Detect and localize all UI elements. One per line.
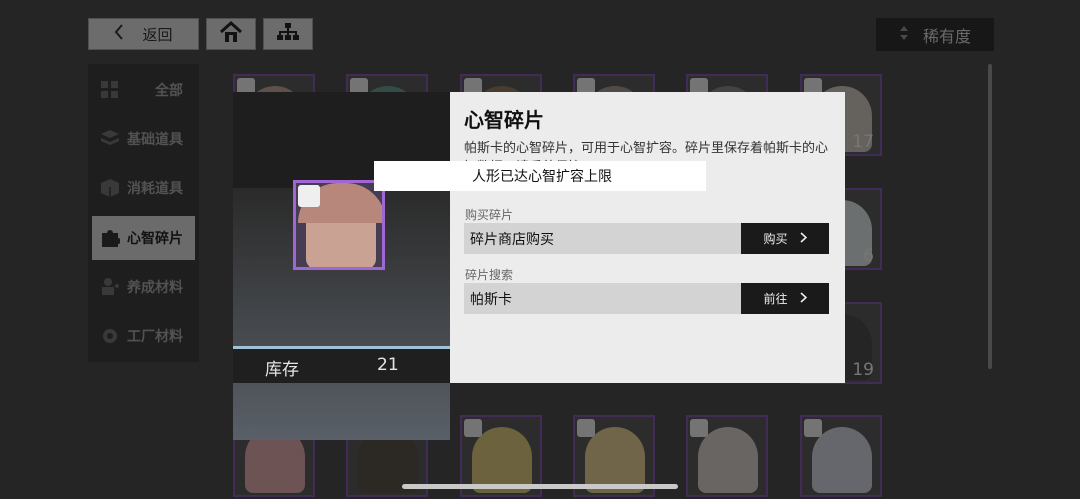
character-portrait	[812, 427, 872, 493]
sidebar-item-label: 基础道具	[127, 132, 183, 148]
search-section-label: 碎片搜索	[465, 268, 514, 282]
sort-arrows-icon	[899, 25, 909, 45]
toast-message: 人形已达心智扩容上限	[374, 161, 706, 191]
puzzle-icon	[298, 185, 320, 207]
home-icon	[219, 20, 243, 47]
hierarchy-icon	[276, 22, 300, 46]
hierarchy-button[interactable]	[263, 18, 313, 50]
buy-button-label: 购买	[763, 232, 788, 246]
search-row-text: 帕斯卡	[470, 291, 512, 308]
cog-icon	[100, 326, 120, 346]
chevron-right-icon	[799, 231, 807, 246]
puzzle-icon	[577, 419, 595, 437]
sidebar-item-all[interactable]: 全部	[92, 68, 195, 112]
sidebar-item-fragment[interactable]: 心智碎片	[92, 216, 195, 260]
sidebar-item-label: 消耗道具	[127, 181, 183, 197]
fragment-large-card	[293, 180, 385, 270]
fragment-count: 19	[852, 360, 874, 380]
sidebar-item-label: 工厂材料	[127, 329, 183, 345]
category-sidebar: 全部 基础道具 消耗道具 心智碎片 养成材料 工厂材料	[88, 64, 199, 362]
sidebar-item-label: 全部	[155, 83, 183, 99]
puzzle-icon	[100, 228, 121, 248]
stock-value: 21	[377, 355, 399, 375]
chevron-left-icon	[114, 24, 124, 44]
puzzle-icon	[804, 419, 822, 437]
toast-text: 人形已达心智扩容上限	[472, 169, 612, 185]
fragment-count: 6	[863, 246, 874, 266]
back-button[interactable]: 返回	[88, 18, 199, 50]
buy-section-label: 购买碎片	[465, 208, 514, 222]
sidebar-item-material[interactable]: 养成材料	[92, 265, 195, 309]
puzzle-icon	[690, 419, 708, 437]
home-button[interactable]	[206, 18, 256, 50]
fragment-detail-panel: 心智碎片 帕斯卡的心智碎片，可用于心智扩容。碎片里保存着帕斯卡的心智数据，请妥善…	[450, 92, 845, 383]
chevron-right-icon	[799, 291, 807, 306]
buy-button[interactable]: 购买	[741, 223, 829, 254]
goto-button-label: 前往	[763, 292, 788, 306]
stock-row: 库存 21	[233, 346, 450, 383]
buy-row: 碎片商店购买 购买	[464, 223, 829, 254]
grid-scrollbar[interactable]	[988, 64, 992, 369]
sort-label: 稀有度	[922, 26, 971, 46]
sidebar-item-label: 心智碎片	[127, 231, 183, 247]
fragment-count: 17	[852, 132, 874, 152]
box-icon	[100, 178, 120, 198]
character-portrait	[698, 427, 758, 493]
buy-row-text: 碎片商店购买	[470, 231, 554, 248]
detail-title: 心智碎片	[464, 108, 544, 132]
goto-button[interactable]: 前往	[741, 283, 829, 314]
puzzle-icon	[464, 419, 482, 437]
sidebar-item-factory[interactable]: 工厂材料	[92, 314, 195, 358]
grid-icon	[100, 80, 120, 100]
sort-rarity-button[interactable]: 稀有度	[876, 18, 994, 51]
fragment-card[interactable]	[800, 415, 882, 497]
fragment-card[interactable]	[686, 415, 768, 497]
back-label: 返回	[142, 25, 173, 44]
cubes-icon	[100, 129, 120, 149]
home-indicator[interactable]	[402, 484, 678, 489]
person-plus-icon	[100, 277, 120, 297]
sidebar-item-consumable[interactable]: 消耗道具	[92, 166, 195, 210]
sidebar-item-basic[interactable]: 基础道具	[92, 117, 195, 161]
search-row: 帕斯卡 前往	[464, 283, 829, 314]
stock-label: 库存	[265, 360, 299, 380]
sidebar-item-label: 养成材料	[127, 280, 183, 296]
